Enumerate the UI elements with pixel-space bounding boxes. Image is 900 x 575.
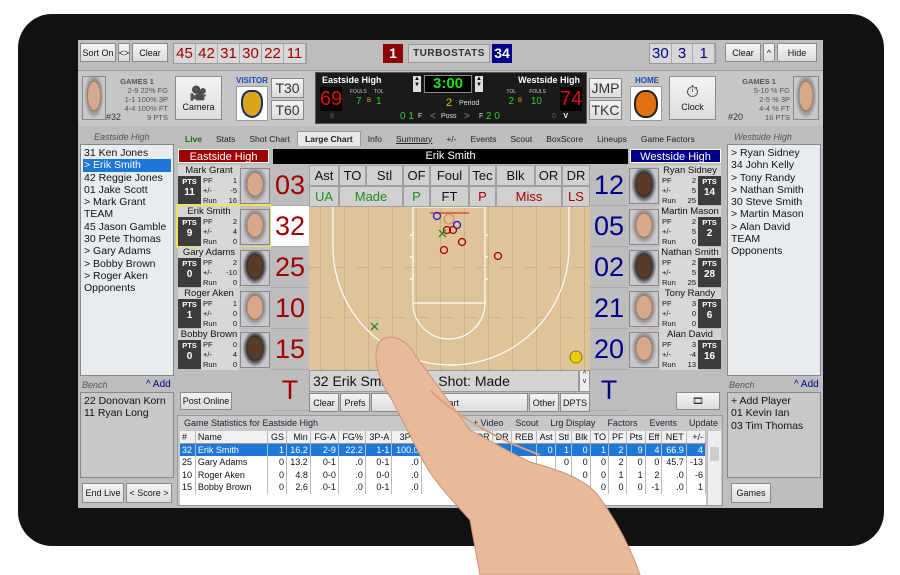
- hand-overlay: [375, 336, 641, 575]
